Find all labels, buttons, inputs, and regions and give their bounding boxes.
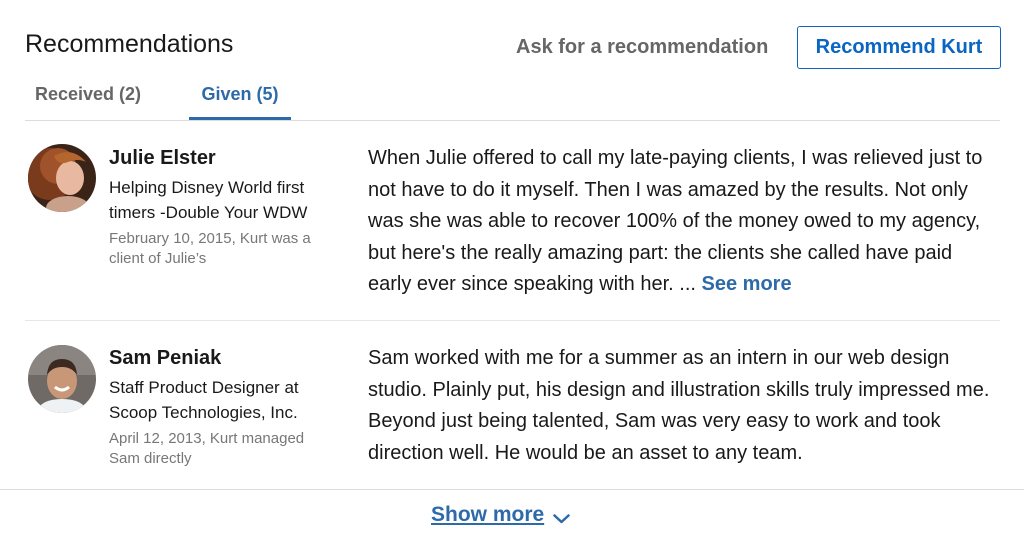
tab-received[interactable]: Received (2) (35, 76, 141, 120)
recommend-button[interactable]: Recommend Kurt (797, 26, 1001, 69)
recommender-name[interactable]: Sam Peniak (109, 347, 221, 370)
show-more-button[interactable]: Show more (431, 503, 544, 527)
recommendations-header: Recommendations Ask for a recommendation… (0, 0, 1024, 76)
recommendation-item: Julie Elster Helping Disney World first … (25, 121, 1000, 321)
recommendation-tabs: Received (2) Given (5) (25, 76, 1000, 121)
footer: Show more (0, 489, 1024, 538)
recommendation-meta: February 10, 2015, Kurt was a client of … (109, 230, 311, 267)
avatar[interactable] (28, 144, 96, 212)
recommender-headline: Helping Disney World first timers -Doubl… (109, 178, 308, 222)
section-title: Recommendations (25, 30, 234, 58)
recommender-headline: Staff Product Designer at Scoop Technolo… (109, 378, 299, 422)
recommender-name[interactable]: Julie Elster (109, 147, 216, 170)
recommendation-text: When Julie offered to call my late-payin… (368, 143, 1000, 301)
recommendation-text-body: When Julie offered to call my late-payin… (368, 147, 983, 295)
see-more-link[interactable]: See more (702, 273, 792, 295)
tab-given[interactable]: Given (5) (189, 76, 291, 120)
chevron-down-icon[interactable] (553, 514, 570, 524)
recommendation-meta: April 12, 2013, Kurt managed Sam directl… (109, 430, 305, 467)
avatar[interactable] (28, 345, 96, 413)
ask-for-recommendation-link[interactable]: Ask for a recommendation (516, 36, 768, 59)
recommendation-item: Sam Peniak Staff Product Designer at Sco… (25, 321, 1000, 489)
recommendation-text: Sam worked with me for a summer as an in… (368, 347, 990, 464)
